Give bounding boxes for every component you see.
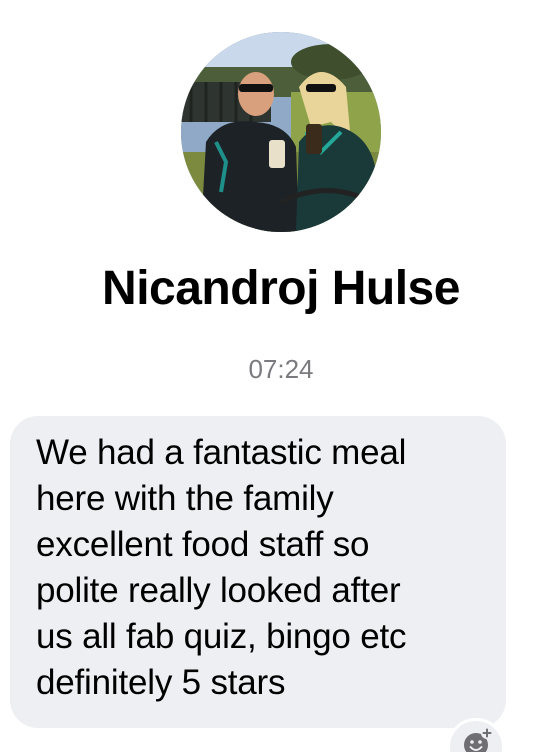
message-bubble[interactable]: We had a fantastic meal here with the fa… bbox=[10, 416, 506, 728]
profile-photo bbox=[181, 32, 381, 232]
message-timestamp: 07:24 bbox=[248, 354, 314, 384]
avatar[interactable] bbox=[181, 32, 381, 232]
contact-name: Nicandroj Hulse bbox=[102, 262, 460, 315]
message-text: We had a fantastic meal here with the fa… bbox=[36, 433, 407, 702]
add-reaction-icon bbox=[464, 727, 493, 752]
